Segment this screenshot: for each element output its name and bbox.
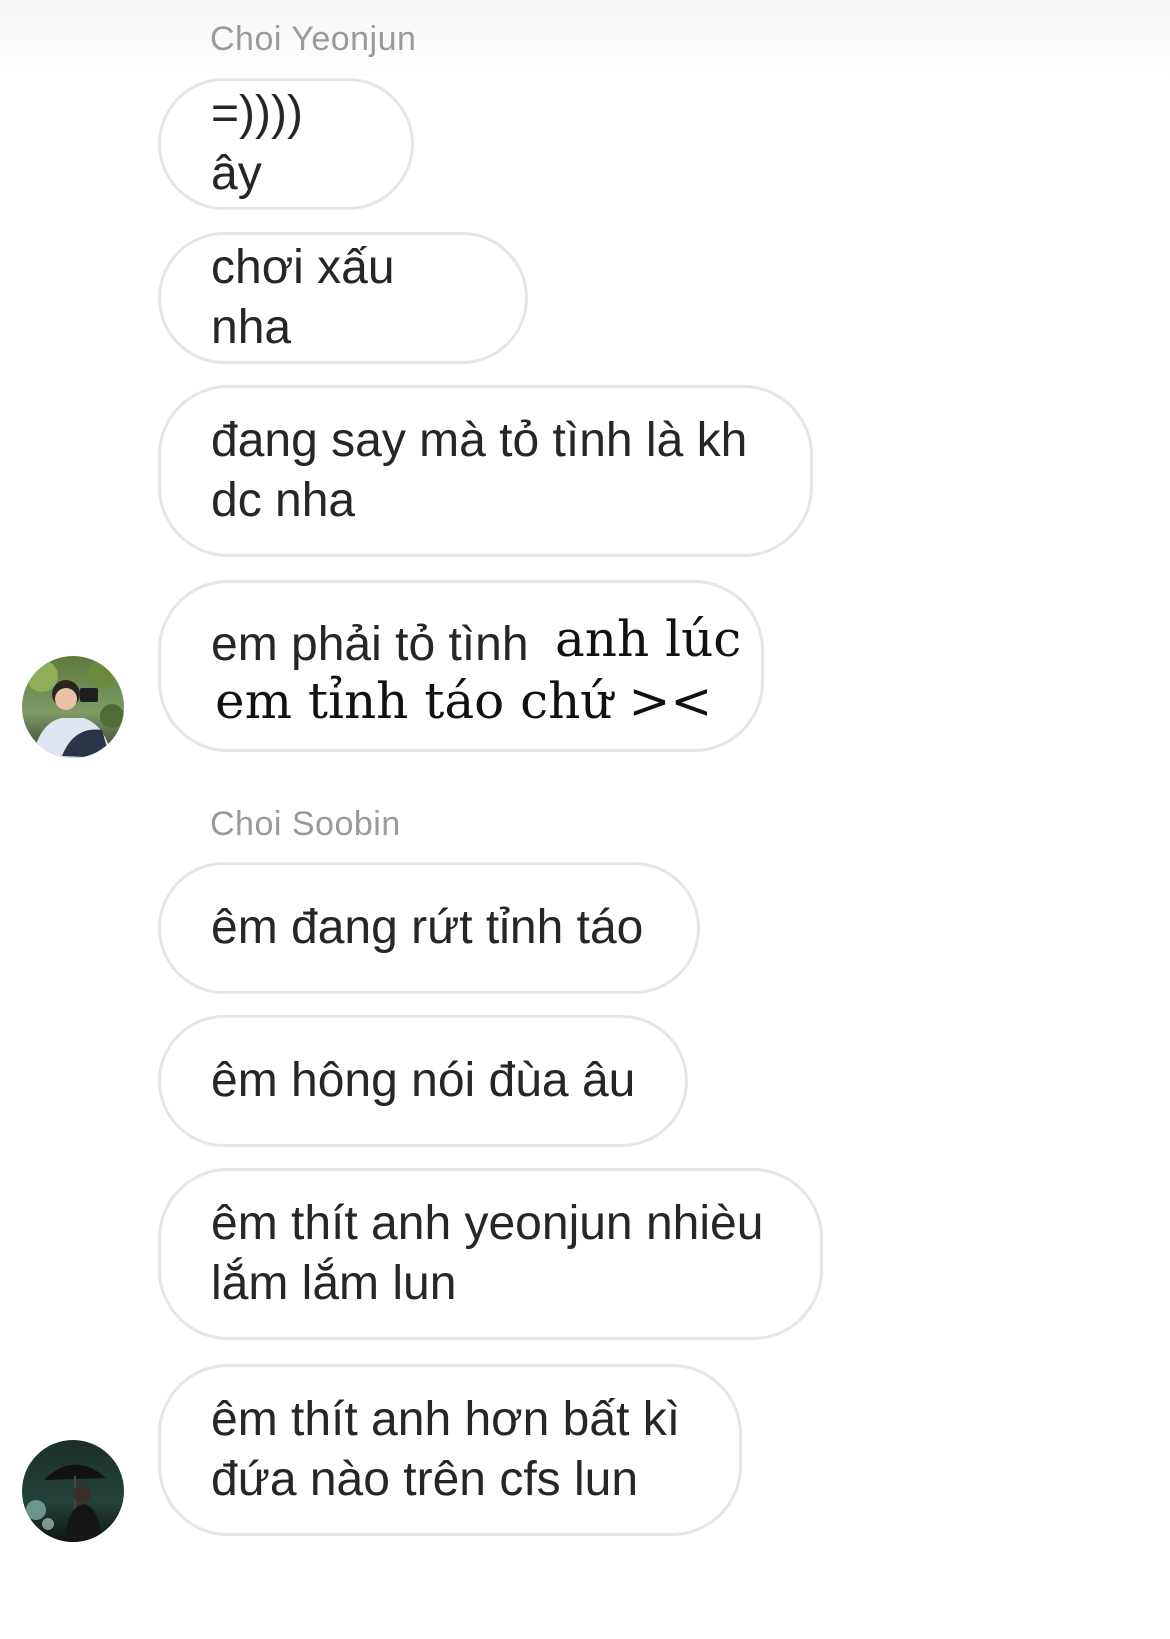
message-text: êm thít anh yeonjun nhièu lắm lắm lun: [211, 1197, 764, 1310]
message-bubble[interactable]: em phải tỏ tình anh lúc em tỉnh táo chứ …: [158, 580, 764, 752]
message-text: đang say mà tỏ tình là kh dc nha: [211, 414, 748, 527]
message-content: em phải tỏ tình anh lúc em tỉnh táo chứ …: [211, 607, 741, 730]
sender-name: Choi Soobin: [210, 805, 401, 843]
message-bubble[interactable]: =)))) ây: [158, 78, 414, 210]
profile-photo-icon: [22, 1440, 124, 1542]
message-bubble[interactable]: đang say mà tỏ tình là kh dc nha: [158, 385, 813, 557]
overlay-text: anh lúc: [555, 610, 742, 668]
sender-name: Choi Yeonjun: [210, 20, 417, 58]
message-text: êm hông nói đùa âu: [211, 1054, 636, 1107]
avatar[interactable]: [22, 656, 124, 758]
message-bubble[interactable]: êm thít anh yeonjun nhièu lắm lắm lun: [158, 1168, 823, 1340]
message-bubble[interactable]: êm thít anh hơn bất kì đứa nào trên cfs …: [158, 1364, 742, 1536]
message-text: êm đang rứt tỉnh táo: [211, 901, 644, 954]
message-bubble[interactable]: êm hông nói đùa âu: [158, 1015, 688, 1147]
message-text: =)))) ây: [211, 87, 303, 200]
avatar[interactable]: [22, 1440, 124, 1542]
profile-photo-icon: [22, 656, 124, 758]
message-text: êm thít anh hơn bất kì đứa nào trên cfs …: [211, 1393, 681, 1506]
message-bubble[interactable]: chơi xấu nha: [158, 232, 528, 364]
message-bubble[interactable]: êm đang rứt tỉnh táo: [158, 862, 700, 994]
top-fade: [0, 0, 1170, 80]
message-text: chơi xấu nha: [211, 241, 395, 354]
message-text: em phải tỏ tình: [211, 618, 529, 671]
overlay-text: em tỉnh táo chứ ><: [215, 672, 713, 730]
